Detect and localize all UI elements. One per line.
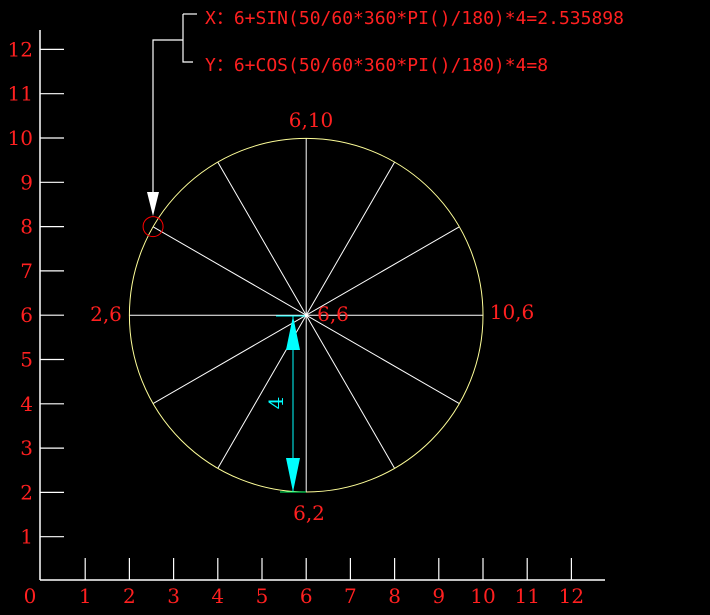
spoke-line — [152, 226, 307, 316]
x-tick-label: 4 — [211, 584, 224, 608]
label-top-point: 6,10 — [289, 108, 334, 132]
y-tick-label: 1 — [20, 525, 33, 549]
y-tick-label: 12 — [8, 37, 33, 61]
x-tick-label: 8 — [388, 584, 401, 608]
y-tick-label: 10 — [8, 126, 33, 150]
y-tick-label: 3 — [20, 436, 33, 460]
y-tick-label: 9 — [20, 170, 33, 194]
leader-to-point — [152, 39, 183, 192]
formula-y: Y：6+COS(50/60*360*PI()/180)*4=8 — [205, 55, 548, 76]
diagram-canvas: 0 1 2 3 4 5 6 7 8 9 10 11 12 123456789101112 4 6,10 … — [8, 8, 624, 608]
formula-x: X：6+SIN(50/60*360*PI()/180)*4=2.535898 — [205, 8, 624, 29]
dimension-arrow-up — [286, 316, 300, 350]
x-axis-tick-labels: 0 1 2 3 4 5 6 7 8 9 10 11 12 — [24, 584, 584, 608]
x-tick-label: 10 — [470, 584, 495, 608]
x-tick-label: 1 — [79, 584, 92, 608]
y-tick-label: 4 — [20, 392, 33, 416]
leader-arrowhead — [147, 192, 159, 216]
x-tick-label: 12 — [559, 584, 584, 608]
x-tick-label: 0 — [24, 584, 37, 608]
y-tick-label: 5 — [20, 348, 33, 372]
y-tick-label: 6 — [20, 303, 33, 327]
y-axis-tick-labels: 123456789101112 — [8, 37, 33, 548]
y-tick-label: 8 — [20, 215, 33, 239]
leader-arrow-line — [182, 14, 193, 63]
y-axis-tick-marks — [40, 48, 64, 538]
x-tick-label: 2 — [123, 584, 136, 608]
label-center-point: 6,6 — [317, 302, 349, 326]
spoke-line — [217, 161, 307, 316]
x-tick-label: 5 — [256, 584, 269, 608]
y-tick-label: 7 — [20, 259, 33, 283]
y-tick-label: 11 — [8, 82, 33, 106]
x-tick-label: 6 — [300, 584, 313, 608]
x-tick-label: 3 — [167, 584, 180, 608]
x-tick-label: 7 — [344, 584, 357, 608]
dimension-label: 4 — [264, 397, 288, 410]
spoke-line — [305, 314, 460, 405]
label-left-point: 2,6 — [90, 302, 122, 326]
circle-spokes — [129, 138, 483, 492]
dimension-arrow-down — [286, 458, 300, 492]
spoke-line — [152, 314, 307, 405]
formula-leader — [152, 13, 197, 192]
x-axis-tick-marks — [84, 558, 573, 580]
label-bottom-point: 6,2 — [293, 501, 325, 525]
x-tick-label: 9 — [432, 584, 445, 608]
label-right-point: 10,6 — [490, 300, 535, 324]
y-tick-label: 2 — [20, 480, 33, 504]
spoke-line — [305, 314, 396, 469]
spoke-line — [305, 161, 396, 316]
x-tick-label: 11 — [514, 584, 539, 608]
